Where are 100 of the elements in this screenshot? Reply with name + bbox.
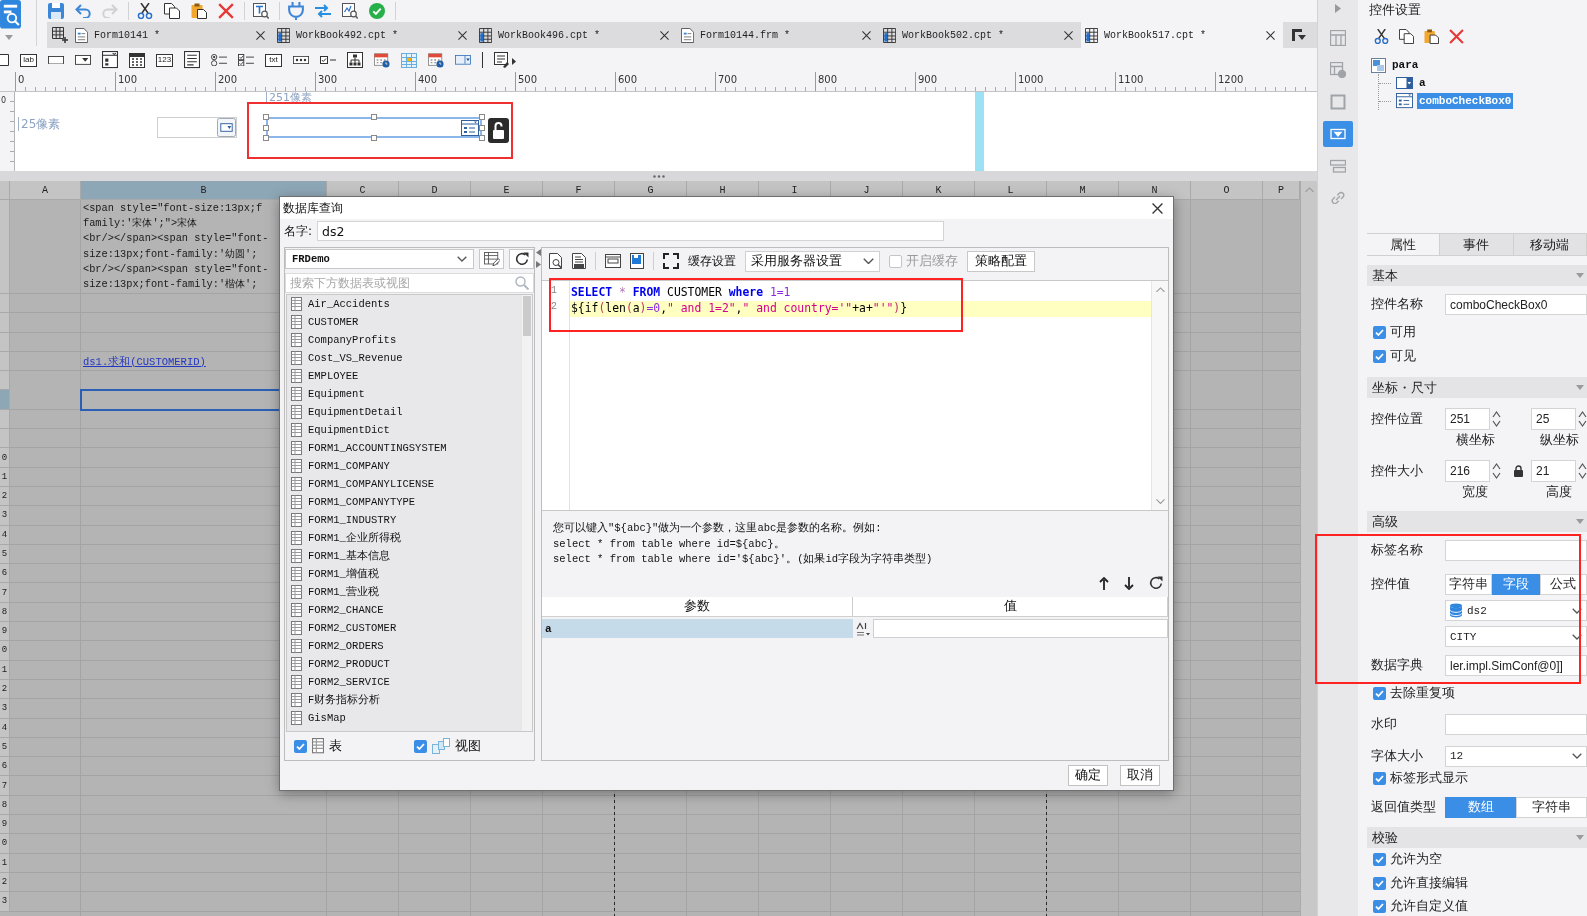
document-tab[interactable]: WorkBook517.cpt *	[1081, 22, 1283, 48]
square-edge-icon[interactable]	[0, 54, 9, 66]
document-tab[interactable]: Form10144.frm *	[677, 22, 879, 48]
arrow-up-icon[interactable]	[1099, 576, 1109, 590]
table-list-item[interactable]: FORM1_INDUSTRY	[287, 511, 522, 529]
table-list-item[interactable]: FORM1_COMPANYTYPE	[287, 493, 522, 511]
column-header[interactable]: A	[10, 181, 81, 200]
table-list-item[interactable]: EMPLOYEE	[287, 367, 522, 385]
number-field[interactable]: 25	[1531, 408, 1576, 430]
column-header[interactable]: O	[1191, 181, 1263, 200]
radio-list-icon[interactable]	[211, 53, 227, 67]
row-header[interactable]: 0	[0, 641, 10, 661]
row-header[interactable]: 8	[0, 795, 10, 815]
row-header[interactable]: 7	[0, 776, 10, 796]
swap-arrows-icon[interactable]	[315, 4, 331, 18]
section-header[interactable]: 校验	[1367, 827, 1587, 848]
sql-editor[interactable]: 1 2 SELECT * FROM CUSTOMER where 1=1 ${if(len(a)=0," and 1=2"," and country='"+a+"'")}	[542, 280, 1168, 511]
type-picker-icon[interactable]	[856, 621, 870, 636]
refresh-button[interactable]	[509, 249, 534, 269]
document-tab[interactable]: WorkBook492.cpt *	[273, 22, 475, 48]
page-preview-icon[interactable]	[549, 253, 563, 269]
param-name-cell[interactable]: a	[542, 619, 853, 638]
table-list-item[interactable]: FORM2_PRODUCT	[287, 655, 522, 673]
number-widget-button[interactable]: 123	[156, 53, 173, 67]
dropdown-button-icon[interactable]	[217, 118, 236, 137]
vertical-scrollbar[interactable]	[1300, 181, 1317, 916]
scissors-icon[interactable]	[1374, 28, 1389, 44]
segment-button[interactable]: 字符串	[1516, 797, 1587, 818]
text-field[interactable]	[1445, 540, 1587, 561]
row-header[interactable]: 7	[0, 583, 10, 603]
table-list-item[interactable]: GisMap	[287, 709, 522, 727]
checkbox[interactable]	[1373, 687, 1386, 701]
close-icon[interactable]	[1266, 30, 1275, 40]
cross-icon[interactable]	[218, 3, 234, 19]
password-dots-icon[interactable]	[293, 56, 309, 64]
tab-list-icon[interactable]	[1292, 29, 1306, 41]
arrow-down-icon[interactable]	[1124, 576, 1134, 590]
cell-link[interactable]: ds1.求和(CUSTOMERID)	[83, 354, 206, 369]
row-header[interactable]: 3	[0, 699, 10, 719]
document-tab[interactable]: WorkBook496.cpt *	[475, 22, 677, 48]
layout-grid-icon[interactable]	[1330, 30, 1346, 46]
row-header[interactable]: 1	[0, 467, 10, 487]
spinner-arrows-icon[interactable]	[1492, 409, 1501, 429]
expand-corners-icon[interactable]	[663, 253, 679, 269]
editor-scrollbar[interactable]	[1151, 281, 1168, 510]
table-list-item[interactable]: Air_Accidents	[287, 295, 522, 313]
tree-item[interactable]: a	[1417, 75, 1428, 91]
row-header[interactable]: 3	[0, 506, 10, 526]
checkbox[interactable]	[1373, 853, 1386, 867]
checkbox[interactable]	[1373, 771, 1386, 785]
document-tab[interactable]: Form10141 *	[71, 22, 273, 48]
undo-arrow-icon[interactable]	[75, 4, 91, 18]
tree-item[interactable]: para	[1390, 57, 1421, 73]
calendar-grid-icon[interactable]	[129, 52, 145, 68]
dropdown-field[interactable]: ds2	[1445, 600, 1587, 621]
section-header[interactable]: 基本	[1367, 265, 1587, 286]
width-boundary-handle[interactable]	[975, 92, 984, 171]
app-logo-icon[interactable]	[0, 0, 21, 29]
row-header[interactable]: 6	[0, 564, 10, 584]
dropdown-field[interactable]: CITY	[1445, 626, 1587, 647]
row-header[interactable]: 8	[0, 602, 10, 623]
table-list-item[interactable]: FORM1_企业所得税	[287, 529, 522, 547]
close-icon[interactable]	[1064, 30, 1073, 40]
triangle-right-icon[interactable]	[1335, 4, 1341, 13]
spinner-arrows-icon[interactable]	[1578, 461, 1587, 481]
close-icon[interactable]	[660, 30, 669, 40]
section-header[interactable]: 高级	[1367, 511, 1587, 532]
drag-dots-icon[interactable]	[652, 174, 665, 178]
close-icon[interactable]	[862, 30, 871, 40]
checkbox[interactable]	[414, 739, 427, 753]
table-list-item[interactable]: Cost_VS_Revenue	[287, 349, 522, 367]
table-list-item[interactable]: FORM1_ACCOUNTINGSYSTEM	[287, 439, 522, 457]
table-list-item[interactable]: Equipment	[287, 385, 522, 403]
square-frame-icon[interactable]	[1330, 94, 1346, 110]
checkbox[interactable]	[1373, 900, 1386, 914]
clipboard-icon[interactable]	[191, 3, 207, 19]
number-field[interactable]: 216	[1445, 460, 1490, 482]
refresh-icon[interactable]	[1149, 576, 1163, 590]
code-line[interactable]: SELECT * FROM CUSTOMER where 1=1	[570, 285, 791, 301]
close-icon[interactable]	[256, 30, 265, 40]
strategy-button[interactable]: 策略配置	[967, 250, 1035, 272]
check-circle-icon[interactable]	[369, 3, 385, 19]
row-header[interactable]: 4	[0, 525, 10, 545]
column-header[interactable]: P	[1263, 181, 1300, 200]
search-icon[interactable]	[515, 276, 529, 290]
copy-pages-icon[interactable]	[164, 3, 180, 19]
row-header[interactable]: 0	[0, 448, 10, 468]
chart-search-icon[interactable]	[342, 3, 358, 19]
list-scrollbar[interactable]	[522, 295, 532, 731]
spinner-arrows-icon[interactable]	[1578, 409, 1587, 429]
spinner-arrows-icon[interactable]	[1492, 461, 1501, 481]
calendar-clock-icon[interactable]	[374, 52, 390, 68]
button-shape-icon[interactable]	[48, 55, 64, 65]
dropdown-field[interactable]: 12	[1445, 745, 1587, 767]
table-list-item[interactable]: FORM1_基本信息	[287, 547, 522, 565]
clipboard-icon[interactable]	[1424, 28, 1439, 44]
checkbox-list-icon[interactable]	[238, 53, 254, 67]
copy-pages-icon[interactable]	[1399, 28, 1414, 44]
document-tab[interactable]: WorkBook502.cpt *	[879, 22, 1081, 48]
calendar-clock-icon[interactable]	[428, 52, 444, 68]
